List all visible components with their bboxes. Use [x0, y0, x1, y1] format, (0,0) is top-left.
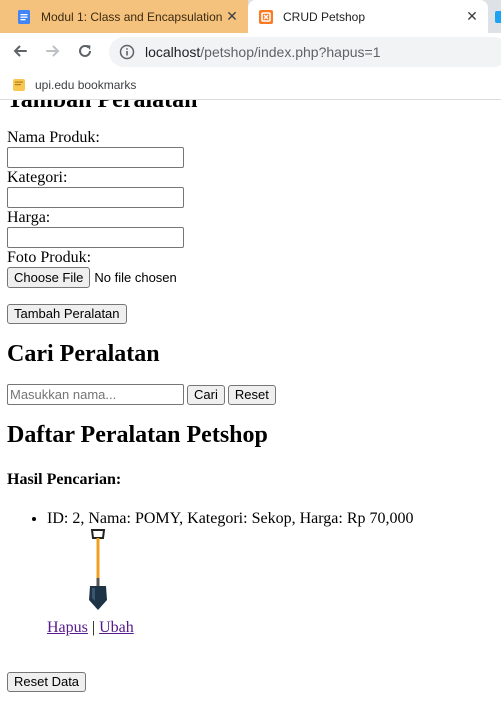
- harga-input[interactable]: [7, 227, 184, 248]
- nama-produk-label: Nama Produk:: [7, 129, 100, 146]
- no-file-chosen-text: No file chosen: [94, 270, 177, 285]
- bookmark-upi[interactable]: upi.edu bookmarks: [12, 78, 136, 92]
- info-icon[interactable]: [119, 44, 135, 60]
- reset-button[interactable]: Reset: [227, 384, 276, 405]
- list-heading: Daftar Peralatan Petshop: [7, 422, 268, 448]
- xampp-icon: [259, 9, 273, 24]
- shovel-image: [89, 529, 107, 610]
- page-viewport: Tambah Peralatan Nama Produk: Kategori: …: [0, 100, 501, 715]
- page-content: Tambah Peralatan Nama Produk: Kategori: …: [7, 100, 487, 692]
- ubah-link[interactable]: Ubah: [99, 619, 134, 636]
- reset-data-button[interactable]: Reset Data: [7, 672, 87, 692]
- url-host: localhost: [145, 44, 201, 60]
- list-item: ID: 2, Nama: POMY, Kategori: Sekop, Harg…: [47, 509, 487, 637]
- file-picker: Choose File No file chosen: [7, 267, 487, 288]
- url-path: /petshop/index.php?hapus=1: [200, 44, 381, 60]
- tab-title: CRUD Petshop: [283, 9, 366, 24]
- tab-modul[interactable]: Modul 1: Class and Encapsulation ✕: [0, 0, 248, 33]
- address-bar[interactable]: localhost/petshop/index.php?hapus=1: [109, 37, 501, 67]
- foto-produk-label: Foto Produk:: [7, 249, 92, 266]
- search-heading: Cari Peralatan: [7, 341, 160, 367]
- search-input[interactable]: [7, 384, 184, 405]
- close-tab-icon[interactable]: ✕: [464, 8, 480, 25]
- item-details: ID: 2, Nama: POMY, Kategori: Sekop, Harg…: [47, 510, 414, 527]
- bookmarks-bar: upi.edu bookmarks: [0, 70, 501, 100]
- tab-title: Modul 1: Class and Encapsulation: [41, 9, 223, 24]
- browser-toolbar: localhost/petshop/index.php?hapus=1: [0, 33, 501, 70]
- url-text: localhost/petshop/index.php?hapus=1: [145, 44, 380, 60]
- harga-label: Harga:: [7, 209, 51, 226]
- link-separator: |: [91, 619, 96, 636]
- tab-partial[interactable]: [488, 0, 501, 33]
- choose-file-button[interactable]: Choose File: [7, 267, 91, 288]
- cari-button[interactable]: Cari: [187, 384, 225, 405]
- kategori-input[interactable]: [7, 187, 184, 208]
- nama-produk-input[interactable]: [7, 147, 184, 168]
- kategori-label: Kategori:: [7, 169, 68, 186]
- tab-strip: Modul 1: Class and Encapsulation ✕ CRUD …: [0, 0, 501, 33]
- forward-button[interactable]: [41, 39, 65, 63]
- results-list: ID: 2, Nama: POMY, Kategori: Sekop, Harg…: [7, 509, 487, 637]
- form-heading: Tambah Peralatan: [7, 100, 198, 113]
- bookmark-label: upi.edu bookmarks: [35, 77, 137, 92]
- search-form: Cari Reset: [7, 384, 487, 405]
- partial-tab-icon: [495, 10, 501, 23]
- reload-button[interactable]: [73, 39, 97, 63]
- back-arrow-icon: [13, 45, 27, 57]
- docs-icon: [18, 9, 30, 24]
- forward-arrow-icon: [46, 45, 60, 57]
- tambah-peralatan-button[interactable]: Tambah Peralatan: [7, 304, 127, 324]
- back-button[interactable]: [8, 39, 32, 63]
- tab-crud-petshop[interactable]: CRUD Petshop ✕: [248, 0, 488, 33]
- reload-icon: [79, 44, 91, 57]
- close-tab-icon[interactable]: ✕: [224, 8, 240, 25]
- hapus-link[interactable]: Hapus: [47, 619, 88, 636]
- results-subheading: Hasil Pencarian:: [7, 471, 122, 488]
- folder-icon: [13, 78, 25, 91]
